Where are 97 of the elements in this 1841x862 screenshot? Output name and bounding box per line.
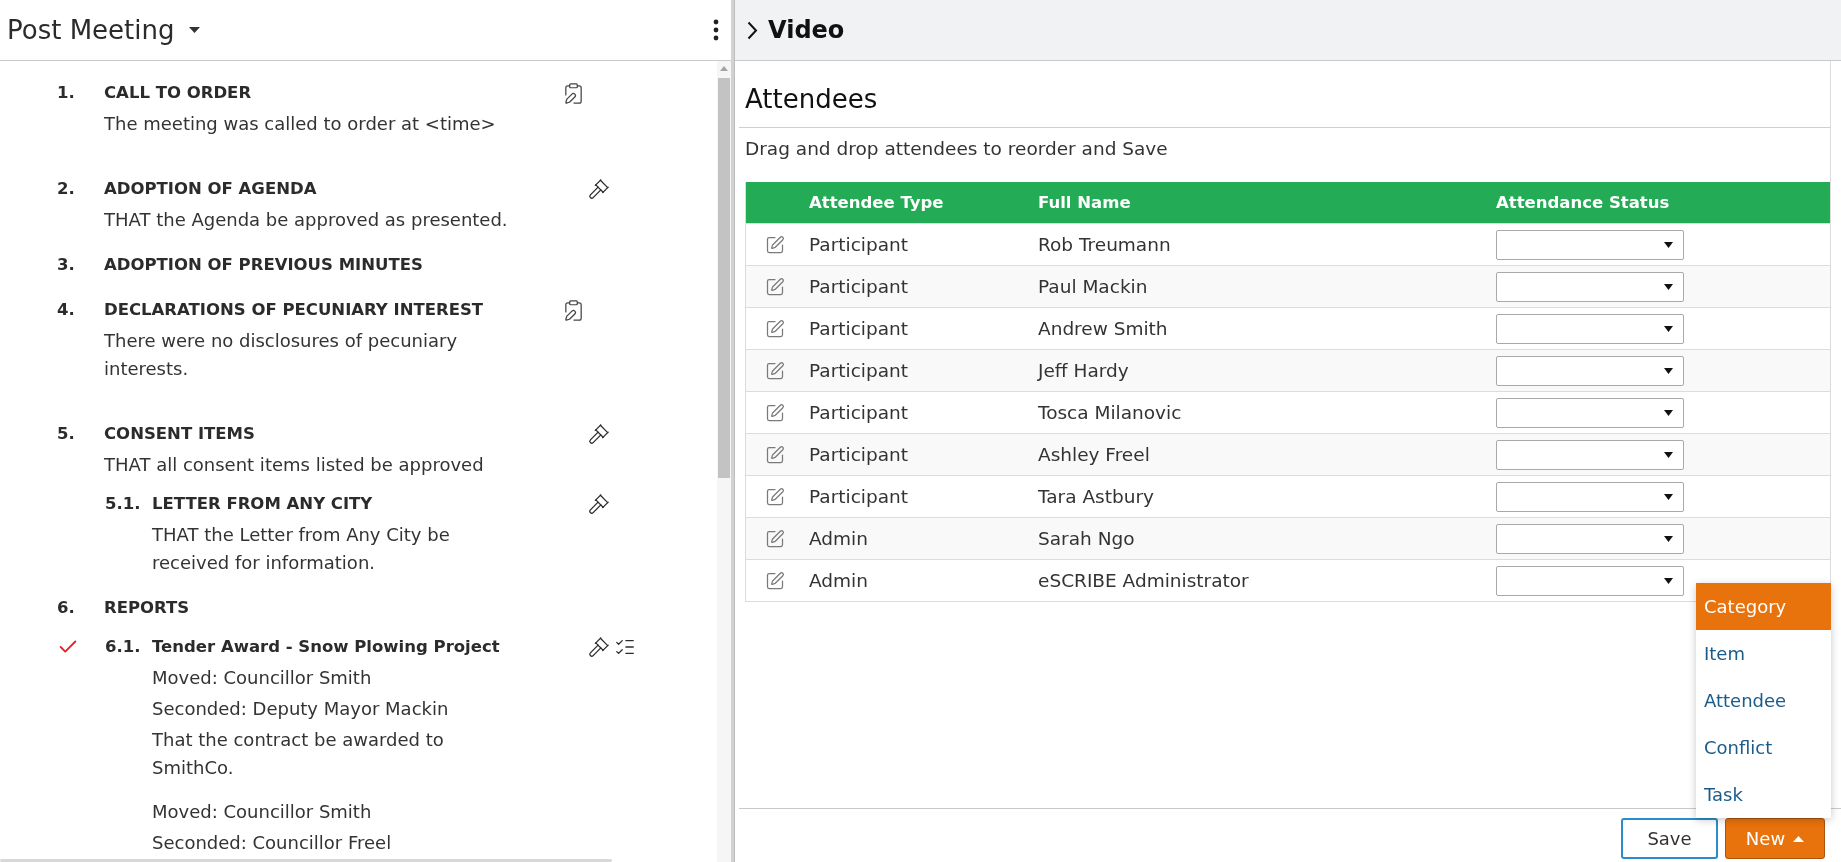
- attendee-type-cell-text: Participant: [808, 234, 909, 255]
- gavel-icon[interactable]: [588, 423, 610, 445]
- full-name-cell-text: Ashley Freel: [1037, 444, 1150, 465]
- attendee-type-cell-text: Participant: [808, 276, 909, 297]
- caret-down-icon: [1664, 367, 1673, 374]
- menu-item[interactable]: Item: [1696, 630, 1831, 677]
- column-header: Attendance Status: [1495, 193, 1670, 212]
- kebab-menu-icon[interactable]: [713, 19, 719, 41]
- menu-item[interactable]: Conflict: [1696, 724, 1831, 771]
- attendee-type-cell-text: Participant: [808, 360, 909, 381]
- attendee-type-cell-text: Admin: [808, 528, 868, 549]
- agenda-item-title[interactable]: DECLARATIONS OF PECUNIARY INTEREST: [104, 296, 561, 324]
- save-button[interactable]: Save: [1621, 818, 1718, 859]
- table-row[interactable]: Participant Jeff Hardy: [746, 349, 1830, 391]
- horizontal-scrollbar-thumb[interactable]: [0, 859, 612, 862]
- caret-down-icon: [1664, 577, 1673, 584]
- agenda-item-title[interactable]: ADOPTION OF PREVIOUS MINUTES: [104, 251, 561, 279]
- agenda-item-text: Moved: Councillor Smith: [152, 666, 373, 690]
- caret-down-icon: [1664, 283, 1673, 290]
- agenda-item-text: That the contract be awarded to SmithCo.: [152, 728, 445, 780]
- status-select[interactable]: [1496, 439, 1684, 470]
- caret-down-icon: [1664, 325, 1673, 332]
- item-number: 4.: [57, 299, 76, 321]
- full-name-cell-text: Paul Mackin: [1037, 276, 1148, 297]
- full-name-cell-text: Sarah Ngo: [1037, 528, 1135, 549]
- item-number: 2.: [57, 178, 76, 200]
- caret-down-icon: [188, 27, 200, 33]
- agenda-item-text: THAT the Letter from Any City be received for information.: [152, 523, 451, 575]
- edit-icon[interactable]: [765, 276, 785, 297]
- caret-down-icon: [1664, 535, 1673, 542]
- status-select[interactable]: [1496, 565, 1684, 596]
- vertical-scrollbar[interactable]: [717, 61, 731, 862]
- agenda-item-title[interactable]: Tender Award - Snow Plowing Project: [152, 633, 561, 661]
- full-name-cell-text: Tara Astbury: [1037, 486, 1154, 507]
- agenda-item-text: Seconded: Councillor Freel: [152, 831, 393, 855]
- scrollbar-thumb[interactable]: [718, 78, 730, 478]
- attendee-type-cell-text: Participant: [808, 444, 909, 465]
- status-select[interactable]: [1496, 271, 1684, 302]
- edit-icon[interactable]: [765, 318, 785, 339]
- item-number: 6.1.: [105, 636, 142, 658]
- gavel-icon[interactable]: [588, 178, 610, 200]
- agenda-item-text: The meeting was called to order at <time>: [104, 112, 497, 136]
- attendee-type-cell-text: Participant: [808, 486, 909, 507]
- agenda-item-text: Moved: Councillor Smith: [152, 800, 373, 824]
- caret-down-icon: [1664, 241, 1673, 248]
- status-select[interactable]: [1496, 229, 1684, 260]
- full-name-cell-text: Andrew Smith: [1037, 318, 1168, 339]
- item-number: 1.: [57, 82, 76, 104]
- agenda-item-title[interactable]: ADOPTION OF AGENDA: [104, 175, 561, 203]
- status-select[interactable]: [1496, 523, 1684, 554]
- gavel-icon[interactable]: [588, 636, 610, 658]
- caret-down-icon: [1664, 409, 1673, 416]
- status-select[interactable]: [1496, 397, 1684, 428]
- attendee-type-cell-text: Participant: [808, 402, 909, 423]
- caret-down-icon: [1664, 493, 1673, 500]
- item-number: 3.: [57, 254, 76, 276]
- attendee-type-cell-text: Participant: [808, 318, 909, 339]
- agenda-item-title[interactable]: LETTER FROM ANY CITY: [152, 490, 561, 518]
- section-heading: Attendees: [739, 81, 1830, 128]
- edit-icon[interactable]: [765, 444, 785, 465]
- full-name-cell-text: Tosca Milanovic: [1037, 402, 1182, 423]
- caret-down-icon: [1664, 451, 1673, 458]
- agenda-item-text: There were no disclosures of pecuniary interests.: [104, 329, 459, 381]
- table-row[interactable]: Admin Sarah Ngo: [746, 517, 1830, 559]
- menu-item[interactable]: Task: [1696, 771, 1831, 818]
- column-header: Attendee Type: [808, 193, 944, 212]
- scroll-up-arrow-icon[interactable]: [720, 66, 728, 71]
- edit-icon[interactable]: [765, 486, 785, 507]
- attendee-type-cell-text: Admin: [808, 570, 868, 591]
- agenda-item-title[interactable]: REPORTS: [104, 594, 561, 622]
- video-section-header[interactable]: Video: [735, 0, 1841, 61]
- meeting-title-dropdown[interactable]: Post Meeting: [7, 15, 200, 45]
- item-number: 5.: [57, 423, 76, 445]
- status-select[interactable]: [1496, 355, 1684, 386]
- agenda-item-title[interactable]: CONSENT ITEMS: [104, 420, 561, 448]
- instruction-text: Drag and drop attendees to reorder and Save: [744, 137, 1169, 161]
- column-header: Full Name: [1037, 193, 1131, 212]
- item-number: 5.1.: [105, 493, 142, 515]
- edit-icon[interactable]: [765, 528, 785, 549]
- edit-icon[interactable]: [765, 360, 785, 381]
- item-number: 6.: [57, 597, 76, 619]
- full-name-cell-text: eSCRIBE Administrator: [1037, 570, 1249, 591]
- table-row[interactable]: Participant Paul Mackin: [746, 265, 1830, 307]
- edit-icon[interactable]: [765, 234, 785, 255]
- menu-item[interactable]: Attendee: [1696, 677, 1831, 724]
- gavel-icon[interactable]: [588, 493, 610, 515]
- status-select[interactable]: [1496, 481, 1684, 512]
- agenda-item-title[interactable]: CALL TO ORDER: [104, 79, 561, 107]
- agenda-item-text: Seconded: Deputy Mayor Mackin: [152, 697, 450, 721]
- table-row[interactable]: Participant Ashley Freel: [746, 433, 1830, 475]
- agenda-item-text: THAT the Agenda be approved as presented.: [104, 208, 509, 232]
- status-select[interactable]: [1496, 313, 1684, 344]
- edit-icon[interactable]: [765, 570, 785, 591]
- agenda-item-text: THAT all consent items listed be approved: [104, 453, 485, 477]
- full-name-cell-text: Rob Treumann: [1037, 234, 1171, 255]
- edit-icon[interactable]: [765, 402, 785, 423]
- full-name-cell-text: Jeff Hardy: [1036, 360, 1129, 381]
